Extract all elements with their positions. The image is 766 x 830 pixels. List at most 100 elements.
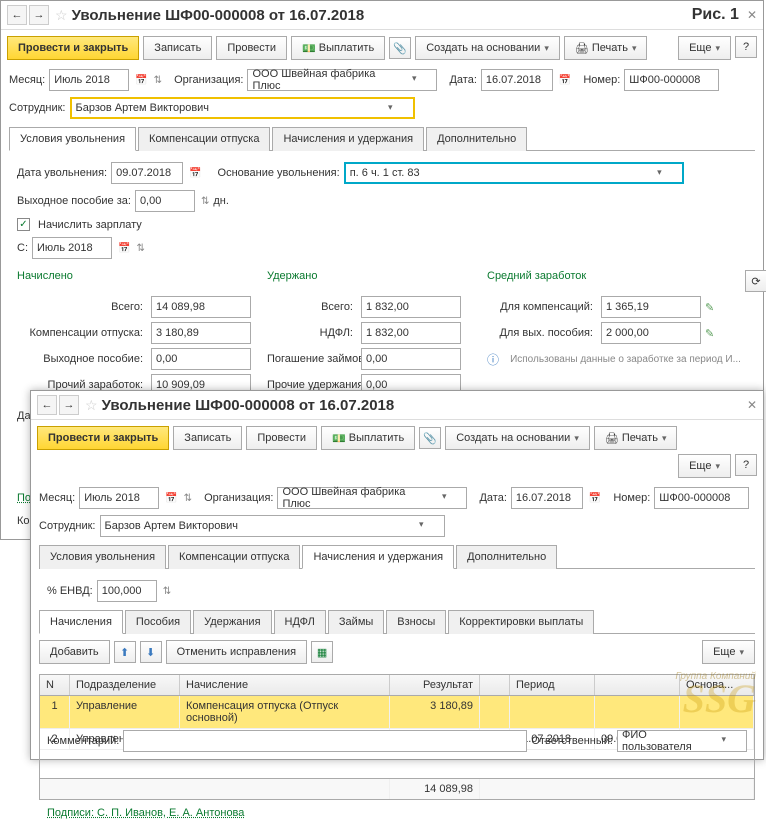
employee-label: Сотрудник: bbox=[9, 102, 66, 114]
number-input[interactable]: ШФ00-000008 bbox=[624, 69, 719, 91]
employee-input[interactable]: Барзов Артем Викторович bbox=[70, 97, 415, 119]
post-and-close-button[interactable]: Провести и закрыть bbox=[37, 426, 169, 450]
refresh-button[interactable]: ⟳ bbox=[745, 270, 766, 292]
withheld-ndfl: 1 832,00 bbox=[361, 322, 461, 344]
calendar-icon[interactable]: 📅 bbox=[118, 243, 130, 254]
spinner-icon[interactable]: ⇅ bbox=[136, 243, 144, 254]
signatures-link[interactable]: Подписи: С. П. Иванов, Е. А. Антонова bbox=[47, 807, 244, 819]
post-and-close-button[interactable]: Провести и закрыть bbox=[7, 36, 139, 60]
avg-info-text: Использованы данные о заработке за перио… bbox=[510, 354, 741, 365]
tab-compensation[interactable]: Компенсации отпуска bbox=[168, 545, 300, 569]
print-button[interactable]: 🖨 Печать bbox=[594, 426, 678, 450]
subtab-accruals[interactable]: Начисления bbox=[39, 610, 123, 634]
more-button[interactable]: Еще bbox=[678, 454, 731, 478]
write-button[interactable]: Записать bbox=[173, 426, 242, 450]
calendar-icon[interactable]: 📅 bbox=[189, 168, 201, 179]
star-icon[interactable]: ☆ bbox=[55, 7, 68, 24]
window-title: Увольнение ШФ00-000008 от 16.07.2018 bbox=[102, 397, 395, 414]
help-button[interactable]: ? bbox=[735, 454, 757, 476]
date-label: Дата: bbox=[449, 74, 476, 86]
calc-salary-checkbox[interactable] bbox=[17, 218, 30, 231]
create-based-button[interactable]: Создать на основании bbox=[415, 36, 560, 60]
print-button[interactable]: 🖨 Печать bbox=[564, 36, 648, 60]
subtab-ndfl[interactable]: НДФЛ bbox=[274, 610, 326, 634]
post-button[interactable]: Провести bbox=[246, 426, 317, 450]
days-label: дн. bbox=[213, 195, 229, 207]
from-label: С: bbox=[17, 242, 28, 254]
close-icon[interactable]: ✕ bbox=[747, 8, 757, 22]
post-button[interactable]: Провести bbox=[216, 36, 287, 60]
org-input[interactable]: ООО Швейная фабрика Плюс bbox=[247, 69, 437, 91]
subtab-withhold[interactable]: Удержания bbox=[193, 610, 271, 634]
subtab-contrib[interactable]: Взносы bbox=[386, 610, 446, 634]
titlebar: ← → ☆ Увольнение ШФ00-000008 от 16.07.20… bbox=[1, 1, 763, 30]
attach-button[interactable]: 📎 bbox=[389, 37, 411, 59]
severance-input[interactable]: 0,00 bbox=[135, 190, 195, 212]
window-title: Увольнение ШФ00-000008 от 16.07.2018 bbox=[72, 7, 365, 24]
table-total: 14 089,98 bbox=[390, 779, 480, 799]
nav-fwd[interactable]: → bbox=[29, 5, 49, 25]
fire-date-input[interactable]: 09.07.2018 bbox=[111, 162, 183, 184]
pay-button[interactable]: 💵 Выплатить bbox=[321, 426, 415, 450]
tab-compensation[interactable]: Компенсации отпуска bbox=[138, 127, 270, 151]
month-input[interactable]: Июль 2018 bbox=[49, 69, 129, 91]
comment-input[interactable] bbox=[123, 730, 527, 752]
basis-input[interactable]: п. 6 ч. 1 ст. 83 bbox=[344, 162, 684, 184]
table-more-button[interactable]: Еще bbox=[702, 640, 755, 664]
spinner-icon[interactable]: ⇅ bbox=[201, 196, 209, 207]
tab-conditions[interactable]: Условия увольнения bbox=[39, 545, 166, 569]
create-based-button[interactable]: Создать на основании bbox=[445, 426, 590, 450]
add-button[interactable]: Добавить bbox=[39, 640, 110, 664]
tab-conditions[interactable]: Условия увольнения bbox=[9, 127, 136, 151]
month-input[interactable]: Июль 2018 bbox=[79, 487, 159, 509]
table-button[interactable]: ▦ bbox=[311, 641, 333, 663]
tab-accruals[interactable]: Начисления и удержания bbox=[302, 545, 454, 569]
date-input[interactable]: 16.07.2018 bbox=[511, 487, 583, 509]
close-icon[interactable]: ✕ bbox=[747, 398, 757, 412]
responsible-input[interactable]: ФИО пользователя bbox=[617, 730, 747, 752]
employee-input[interactable]: Барзов Артем Викторович bbox=[100, 515, 445, 537]
avg-sev[interactable]: 2 000,00 bbox=[601, 322, 701, 344]
calendar-icon[interactable]: 📅 bbox=[559, 75, 571, 86]
move-up-button[interactable]: ⬆ bbox=[114, 641, 136, 663]
envd-input[interactable]: 100,000 bbox=[97, 580, 157, 602]
org-input[interactable]: ООО Швейная фабрика Плюс bbox=[277, 487, 467, 509]
table-row[interactable]: 1 Управление Компенсация отпуска (Отпуск… bbox=[40, 696, 754, 729]
basis-label: Основание увольнения: bbox=[218, 167, 340, 179]
subtab-loans[interactable]: Займы bbox=[328, 610, 384, 634]
nav-fwd[interactable]: → bbox=[59, 395, 79, 415]
money-icon: 💵 bbox=[302, 42, 316, 55]
calc-salary-label: Начислить зарплату bbox=[38, 219, 142, 231]
cancel-corrections-button[interactable]: Отменить исправления bbox=[166, 640, 307, 664]
number-input[interactable]: ШФ00-000008 bbox=[654, 487, 749, 509]
calendar-icon[interactable]: 📅 bbox=[135, 75, 147, 86]
pay-button[interactable]: 💵 Выплатить bbox=[291, 36, 385, 60]
accrued-total: 14 089,98 bbox=[151, 296, 251, 318]
help-button[interactable]: ? bbox=[735, 36, 757, 58]
figure-number: Рис. 1 bbox=[692, 6, 739, 24]
nav-back[interactable]: ← bbox=[7, 5, 27, 25]
from-input[interactable]: Июль 2018 bbox=[32, 237, 112, 259]
tab-additional[interactable]: Дополнительно bbox=[456, 545, 557, 569]
subtab-benefits[interactable]: Пособия bbox=[125, 610, 191, 634]
nav-back[interactable]: ← bbox=[37, 395, 57, 415]
money-icon: 💵 bbox=[332, 432, 346, 445]
attach-button[interactable]: 📎 bbox=[419, 427, 441, 449]
star-icon[interactable]: ☆ bbox=[85, 397, 98, 414]
spinner-icon[interactable]: ⇅ bbox=[154, 75, 162, 86]
tab-additional[interactable]: Дополнительно bbox=[426, 127, 527, 151]
info-icon: ⓘ bbox=[487, 351, 499, 368]
move-down-button[interactable]: ⬇ bbox=[140, 641, 162, 663]
edit-icon[interactable]: ✎ bbox=[705, 327, 714, 340]
write-button[interactable]: Записать bbox=[143, 36, 212, 60]
titlebar: ← → ☆ Увольнение ШФ00-000008 от 16.07.20… bbox=[31, 391, 763, 420]
date-input[interactable]: 16.07.2018 bbox=[481, 69, 553, 91]
number-label: Номер: bbox=[583, 74, 620, 86]
edit-icon[interactable]: ✎ bbox=[705, 301, 714, 314]
tab-accruals[interactable]: Начисления и удержания bbox=[272, 127, 424, 151]
tabs: Условия увольнения Компенсации отпуска Н… bbox=[9, 126, 755, 151]
avgearn-header: Средний заработок bbox=[487, 270, 586, 292]
more-button[interactable]: Еще bbox=[678, 36, 731, 60]
avg-comp[interactable]: 1 365,19 bbox=[601, 296, 701, 318]
subtab-corrections[interactable]: Корректировки выплаты bbox=[448, 610, 594, 634]
